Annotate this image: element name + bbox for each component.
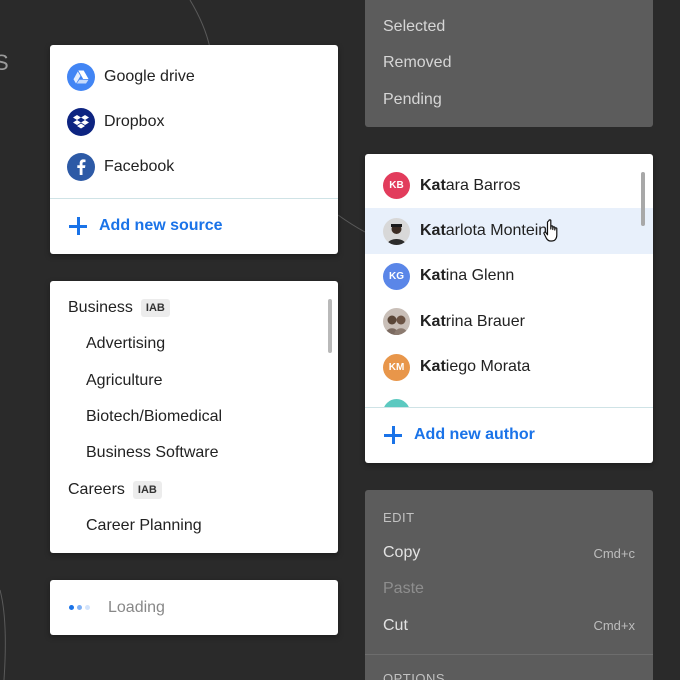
- author-name: Katina Glenn: [420, 267, 515, 285]
- avatar: [383, 399, 410, 407]
- source-dropbox[interactable]: Dropbox: [50, 99, 338, 144]
- avatar: [383, 217, 410, 245]
- category-career-planning[interactable]: Career Planning: [50, 508, 338, 544]
- category-business-software[interactable]: Business Software: [50, 435, 338, 471]
- category-label: Advertising: [86, 335, 166, 353]
- add-source-label: Add new source: [99, 217, 223, 234]
- category-agriculture[interactable]: Agriculture: [50, 363, 338, 399]
- shortcut: Cmd+c: [593, 545, 635, 561]
- author-partial[interactable]: [365, 390, 653, 407]
- shortcut: Cmd+x: [593, 618, 635, 634]
- add-author-label: Add new author: [414, 426, 535, 443]
- category-label: Business: [68, 299, 133, 317]
- source-google-drive[interactable]: Google drive: [50, 54, 338, 99]
- status-menu: Selected Removed Pending: [365, 0, 653, 127]
- loading-dot: [69, 605, 74, 610]
- loading-dot: [77, 605, 82, 610]
- author-list: KB Katara Barros Katarlota Montein KG Ka…: [365, 154, 653, 407]
- category-label: Career Planning: [86, 516, 202, 534]
- plus-icon: [69, 217, 87, 235]
- author-katiego-morata[interactable]: KM Katiego Morata: [365, 345, 653, 390]
- source-facebook[interactable]: Facebook: [50, 144, 338, 189]
- category-careers[interactable]: Careers IAB: [50, 471, 338, 507]
- plus-icon: [384, 426, 402, 444]
- authors-scrollbar[interactable]: [641, 172, 645, 226]
- loading-spinner-icon: [69, 605, 90, 610]
- menu-section-edit: EDIT: [383, 510, 415, 525]
- menu-label: Copy: [383, 544, 421, 562]
- category-label: Biotech/Biomedical: [86, 408, 223, 426]
- iab-badge: IAB: [132, 480, 162, 499]
- author-name: Katarlota Montein: [420, 222, 548, 240]
- author-katina-glenn[interactable]: KG Katina Glenn: [365, 254, 653, 299]
- author-katara-barros[interactable]: KB Katara Barros: [365, 163, 653, 208]
- sources-card: Google drive Dropbox Facebook Add new so…: [50, 45, 338, 254]
- menu-item-cut[interactable]: Cut Cmd+x: [365, 608, 653, 644]
- iab-badge: IAB: [140, 299, 170, 318]
- author-katarlota-montein[interactable]: Katarlota Montein: [365, 208, 653, 254]
- loading-card: Loading: [50, 580, 338, 635]
- avatar: KB: [383, 172, 410, 200]
- edge-text: S: [0, 50, 9, 75]
- menu-section-options: OPTIONS: [383, 670, 446, 680]
- author-name: Katiego Morata: [420, 358, 531, 376]
- avatar: KM: [383, 353, 410, 381]
- menu-item-paste: Paste: [365, 571, 653, 607]
- category-advertising[interactable]: Advertising: [50, 326, 338, 362]
- menu-label: Paste: [383, 580, 424, 598]
- avatar: KG: [383, 262, 410, 290]
- menu-item-copy[interactable]: Copy Cmd+c: [365, 535, 653, 571]
- author-name: Katara Barros: [420, 176, 521, 194]
- category-biotech[interactable]: Biotech/Biomedical: [50, 399, 338, 435]
- categories-scrollbar[interactable]: [328, 299, 332, 353]
- dropbox-icon: [67, 107, 95, 136]
- author-katrina-brauer[interactable]: Katrina Brauer: [365, 299, 653, 344]
- status-pending[interactable]: Pending: [365, 82, 653, 118]
- hand-cursor-icon: [543, 219, 558, 242]
- source-label: Google drive: [104, 67, 195, 85]
- category-business[interactable]: Business IAB: [50, 290, 338, 326]
- menu-label: Cut: [383, 616, 408, 634]
- loading-dot: [85, 605, 90, 610]
- category-label: Business Software: [86, 444, 219, 462]
- category-label: Agriculture: [86, 371, 163, 389]
- facebook-icon: [67, 152, 95, 181]
- status-selected[interactable]: Selected: [365, 9, 653, 45]
- author-name: Katrina Brauer: [420, 312, 525, 330]
- edit-menu: EDIT Copy Cmd+c Paste Cut Cmd+x OPTIONS: [365, 490, 653, 680]
- source-label: Dropbox: [104, 112, 165, 130]
- google-drive-icon: [67, 62, 95, 91]
- loading-label: Loading: [108, 598, 165, 616]
- source-label: Facebook: [104, 157, 175, 175]
- status-removed[interactable]: Removed: [365, 45, 653, 81]
- add-author-button[interactable]: Add new author: [365, 408, 653, 462]
- category-label: Careers: [68, 480, 125, 498]
- categories-card: Business IAB Advertising Agriculture Bio…: [50, 281, 338, 553]
- add-source-button[interactable]: Add new source: [50, 199, 338, 253]
- avatar: [383, 308, 410, 336]
- authors-card: KB Katara Barros Katarlota Montein KG Ka…: [365, 154, 653, 463]
